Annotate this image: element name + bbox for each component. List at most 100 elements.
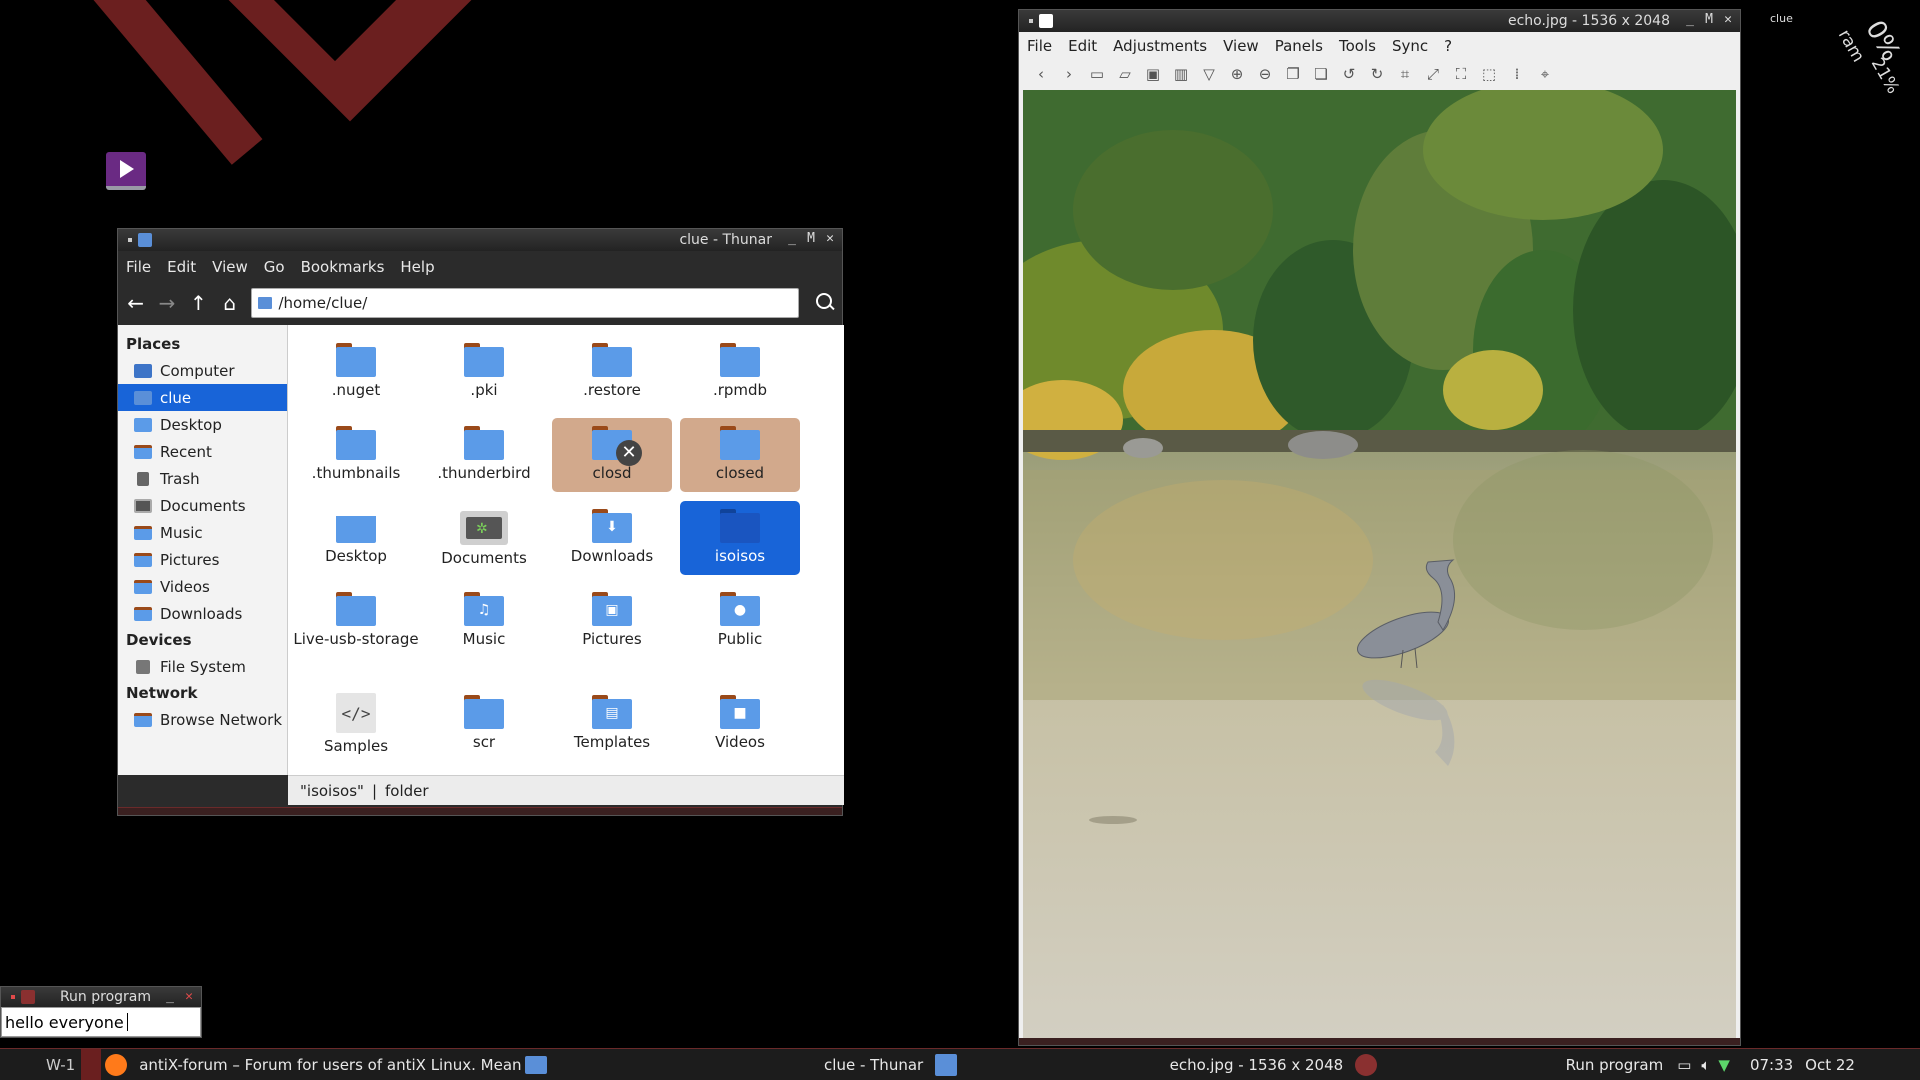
actual-size-icon[interactable]: ⁞ (1507, 65, 1527, 83)
home-icon[interactable]: ⌂ (216, 289, 243, 317)
folder-item[interactable]: ■ Videos (680, 687, 800, 761)
menu-view[interactable]: View (1215, 37, 1267, 55)
task-run[interactable]: Run program (1381, 1049, 1671, 1080)
sidebar-item-clue[interactable]: clue (118, 384, 287, 411)
close-icon[interactable]: ✕ (822, 231, 838, 246)
browse-folder-icon[interactable]: ▭ (1087, 65, 1107, 83)
task-firefox[interactable]: antiX-forum – Forum for users of antiX L… (131, 1049, 521, 1080)
thunar-file-view[interactable]: .nuget .pki .restore .rpmdb .thumbnails … (288, 325, 844, 775)
sidebar-item-browse-network[interactable]: Browse Network (118, 706, 287, 733)
minimize-icon[interactable]: _ (162, 989, 178, 1004)
window-resize-border[interactable] (118, 807, 842, 815)
folder-item[interactable]: .thumbnails (296, 418, 416, 492)
open-folder-icon[interactable]: ▱ (1115, 65, 1135, 83)
run-command-input[interactable]: hello everyone (1, 1007, 201, 1037)
menu-tools[interactable]: Tools (1331, 37, 1384, 55)
menu-file[interactable]: File (1019, 37, 1060, 55)
viewer-titlebar[interactable]: echo.jpg - 1536 x 2048 _ M ✕ (1019, 10, 1740, 32)
sidebar-item-desktop[interactable]: Desktop (118, 411, 287, 438)
run-program-icon[interactable] (1351, 1049, 1381, 1080)
location-pin-icon[interactable]: ⌖ (1535, 65, 1555, 83)
rotate-left-icon[interactable]: ↺ (1339, 65, 1359, 83)
forward-arrow-icon[interactable]: → (153, 289, 180, 317)
zoom-out-icon[interactable]: ⊖ (1255, 65, 1275, 83)
file-manager-icon[interactable] (521, 1049, 551, 1080)
media-player-desktop-icon[interactable] (106, 152, 146, 190)
network-icon[interactable]: ▼ (1714, 1049, 1734, 1080)
window-menu-icon[interactable] (128, 238, 132, 242)
filter-icon[interactable]: ▽ (1199, 65, 1219, 83)
folder-item-cut[interactable]: closed (680, 418, 800, 492)
folder-item[interactable]: ♫ Music (424, 584, 544, 658)
thunar-titlebar[interactable]: clue - Thunar _ M ✕ (118, 229, 842, 251)
rotate-right-icon[interactable]: ↻ (1367, 65, 1387, 83)
menu-edit[interactable]: Edit (159, 258, 204, 276)
location-input[interactable]: /home/clue/ (251, 288, 799, 318)
window-menu-icon[interactable] (11, 995, 15, 999)
display-icon[interactable]: ▭ (1671, 1049, 1697, 1080)
folder-item[interactable]: ✲ Documents (424, 501, 544, 575)
folder-item[interactable]: </> Samples (296, 687, 416, 761)
folder-item[interactable]: .restore (552, 335, 672, 409)
folder-item[interactable]: ● Public (680, 584, 800, 658)
copy-icon[interactable]: ❐ (1283, 65, 1303, 83)
image-viewer-icon[interactable] (931, 1049, 961, 1080)
sidebar-item-file-system[interactable]: File System (118, 653, 287, 680)
task-viewer[interactable]: echo.jpg - 1536 x 2048 (961, 1049, 1351, 1080)
minimize-icon[interactable]: _ (1682, 12, 1698, 27)
run-titlebar[interactable]: Run program _ ✕ (1, 987, 201, 1007)
workspace-switcher[interactable]: W-1 (0, 1049, 81, 1080)
maximize-icon[interactable]: M (803, 231, 819, 246)
clock-date[interactable]: Oct 22 (1799, 1049, 1861, 1080)
sidebar-item-videos[interactable]: Videos (118, 573, 287, 600)
volume-icon[interactable]: 🔈︎ (1697, 1049, 1714, 1080)
close-icon[interactable]: ✕ (181, 989, 197, 1004)
folder-item-selected[interactable]: isoisos (680, 501, 800, 575)
folder-item[interactable]: .thunderbird (424, 418, 544, 492)
back-arrow-icon[interactable]: ← (122, 289, 149, 317)
sidebar-item-recent[interactable]: Recent (118, 438, 287, 465)
menu-panels[interactable]: Panels (1267, 37, 1331, 55)
fullscreen-icon[interactable]: ⛶ (1451, 65, 1471, 83)
resize-icon[interactable]: ⤢ (1423, 65, 1443, 83)
folder-item[interactable]: ⬇ Downloads (552, 501, 672, 575)
menu-adjustments[interactable]: Adjustments (1105, 37, 1215, 55)
sidebar-item-music[interactable]: Music (118, 519, 287, 546)
folder-item[interactable]: ▣ Pictures (552, 584, 672, 658)
folder-item[interactable]: .pki (424, 335, 544, 409)
menu-arrow-icon[interactable] (81, 1048, 102, 1080)
menu-help[interactable]: ? (1436, 37, 1460, 55)
sidebar-item-documents[interactable]: Documents (118, 492, 287, 519)
menu-help[interactable]: Help (392, 258, 442, 276)
sidebar-item-downloads[interactable]: Downloads (118, 600, 287, 627)
folder-item-cut[interactable]: ✕ closd (552, 418, 672, 492)
heron-photo[interactable] (1023, 90, 1736, 1040)
close-icon[interactable]: ✕ (1720, 12, 1736, 27)
paste-icon[interactable]: ❏ (1311, 65, 1331, 83)
sidebar-item-pictures[interactable]: Pictures (118, 546, 287, 573)
sidebar-item-computer[interactable]: Computer (118, 357, 287, 384)
menu-go[interactable]: Go (256, 258, 293, 276)
menu-sync[interactable]: Sync (1384, 37, 1436, 55)
zoom-in-icon[interactable]: ⊕ (1227, 65, 1247, 83)
folder-item[interactable]: ▤ Templates (552, 687, 672, 761)
search-icon[interactable] (811, 289, 838, 317)
previous-icon[interactable]: ‹ (1031, 65, 1051, 83)
delete-icon[interactable]: ▥ (1171, 65, 1191, 83)
sidebar-item-trash[interactable]: Trash (118, 465, 287, 492)
folder-item[interactable]: Live-usb-storage (293, 584, 419, 658)
up-arrow-icon[interactable]: ↑ (185, 289, 212, 317)
crop-icon[interactable]: ⌗ (1395, 65, 1415, 83)
window-resize-border[interactable] (1019, 1038, 1740, 1045)
window-menu-icon[interactable] (1029, 19, 1033, 23)
folder-item[interactable]: .nuget (296, 335, 416, 409)
menu-bookmarks[interactable]: Bookmarks (293, 258, 393, 276)
task-thunar[interactable]: clue - Thunar (551, 1049, 931, 1080)
menu-view[interactable]: View (204, 258, 256, 276)
fit-window-icon[interactable]: ⬚ (1479, 65, 1499, 83)
next-icon[interactable]: › (1059, 65, 1079, 83)
folder-item[interactable]: scr (424, 687, 544, 761)
folder-item[interactable]: .rpmdb (680, 335, 800, 409)
folder-item[interactable]: Desktop (296, 501, 416, 575)
save-icon[interactable]: ▣ (1143, 65, 1163, 83)
